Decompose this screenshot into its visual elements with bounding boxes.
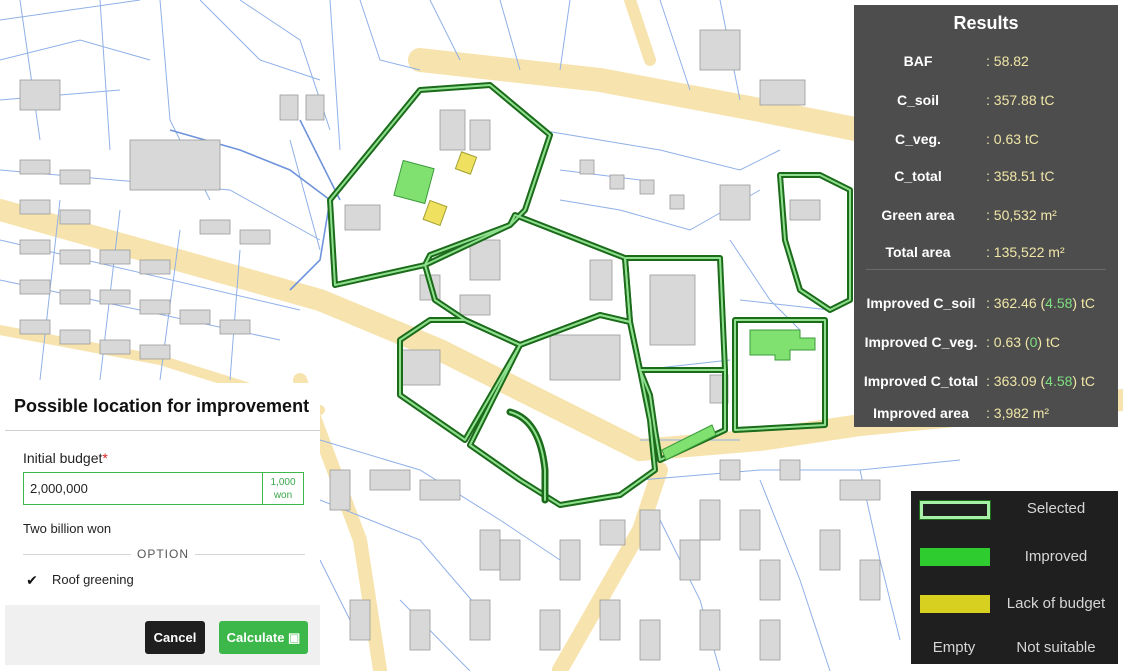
cancel-button[interactable]: Cancel xyxy=(145,621,205,654)
option-divider-right xyxy=(195,554,305,555)
result-value: : 358.51 tC xyxy=(986,168,1055,184)
result-value: : 0.63 (0) tC xyxy=(986,334,1060,350)
budget-in-words: Two billion won xyxy=(23,521,112,536)
result-label: Improved C_veg. xyxy=(864,334,978,350)
budget-input[interactable] xyxy=(23,472,263,505)
result-value: : 0.63 tC xyxy=(986,131,1039,147)
result-row-baf: BAF : 58.82 xyxy=(854,50,1118,72)
delta-value: 4.58 xyxy=(1045,295,1073,311)
legend-improved: Improved xyxy=(1024,548,1088,565)
result-label: C_soil xyxy=(896,92,939,108)
result-label: Improved area xyxy=(873,405,969,421)
result-row-improved-c-veg: Improved C_veg. : 0.63 (0) tC xyxy=(854,331,1118,353)
result-label: C_veg. xyxy=(895,131,941,147)
budget-unit: 1,000 won xyxy=(262,472,304,505)
legend-selected: Selected xyxy=(1026,500,1086,517)
option-divider-left xyxy=(23,554,131,555)
result-value: : 357.88 tC xyxy=(986,92,1055,108)
lack-of-budget-swatch-icon xyxy=(920,595,990,613)
result-value: : 362.46 (4.58) tC xyxy=(986,295,1095,311)
legend-empty: Empty xyxy=(932,639,976,656)
improvement-panel: Possible location for improvement Initia… xyxy=(5,383,320,665)
result-row-c-total: C_total : 358.51 tC xyxy=(854,165,1118,187)
result-label: Improved C_soil xyxy=(866,295,976,311)
result-label: Improved C_total xyxy=(863,373,979,389)
result-label: C_total xyxy=(894,168,942,184)
improved-swatch-icon xyxy=(920,548,990,566)
selected-swatch-icon xyxy=(919,500,991,520)
delta-value: 4.58 xyxy=(1045,373,1073,389)
result-value: : 135,522 m² xyxy=(986,244,1065,260)
result-row-improved-area: Improved area : 3,982 m² xyxy=(854,402,1118,424)
result-row-c-veg: C_veg. : 0.63 tC xyxy=(854,128,1118,150)
results-panel: Results BAF : 58.82 C_soil : 357.88 tC C… xyxy=(854,5,1118,427)
panel-divider xyxy=(5,430,320,431)
calculate-button[interactable]: Calculate ▣ xyxy=(219,621,308,654)
panel-title: Possible location for improvement xyxy=(14,396,310,416)
option-heading: OPTION xyxy=(136,547,189,561)
roof-greening-checkbox[interactable]: ✔ xyxy=(25,573,39,587)
results-divider xyxy=(866,269,1106,270)
roof-greening-label: Roof greening xyxy=(52,572,134,587)
legend-lack-of-budget: Lack of budget xyxy=(1006,595,1106,612)
result-label: Green area xyxy=(881,207,955,223)
result-value: : 58.82 xyxy=(986,53,1029,69)
budget-label: Initial budget* xyxy=(23,450,108,466)
required-mark: * xyxy=(102,450,108,466)
legend-not-suitable: Not suitable xyxy=(1016,639,1096,656)
result-row-improved-c-total: Improved C_total : 363.09 (4.58) tC xyxy=(854,370,1118,392)
result-value: : 363.09 (4.58) tC xyxy=(986,373,1095,389)
result-label: BAF xyxy=(903,53,933,69)
result-row-c-soil: C_soil : 357.88 tC xyxy=(854,89,1118,111)
result-label: Total area xyxy=(885,244,951,260)
results-title: Results xyxy=(953,13,1019,33)
result-row-total-area: Total area : 135,522 m² xyxy=(854,241,1118,263)
map-legend: Selected Improved Lack of budget Empty N… xyxy=(911,491,1118,664)
result-value: : 50,532 m² xyxy=(986,207,1057,223)
result-value: : 3,982 m² xyxy=(986,405,1050,421)
result-row-green-area: Green area : 50,532 m² xyxy=(854,204,1118,226)
result-row-improved-c-soil: Improved C_soil : 362.46 (4.58) tC xyxy=(854,292,1118,314)
